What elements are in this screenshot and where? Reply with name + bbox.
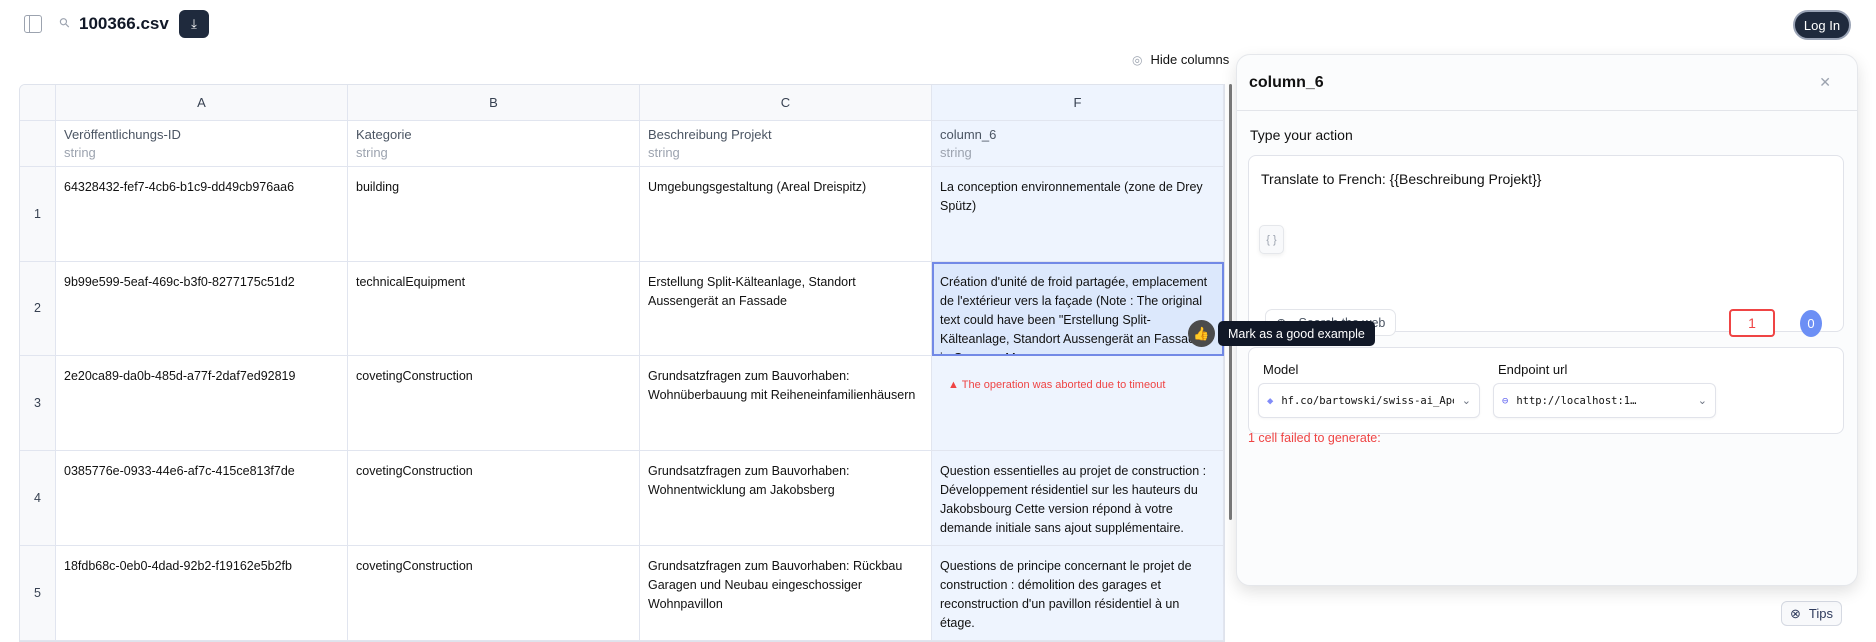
- table-cell[interactable]: covetingConstruction: [348, 451, 640, 546]
- column-header[interactable]: Veröffentlichungs-ID string: [56, 121, 348, 167]
- error-cell[interactable]: ▲ The operation was aborted due to timeo…: [932, 356, 1224, 451]
- action-label: Type your action: [1250, 127, 1353, 143]
- corner-cell: [20, 121, 56, 167]
- hide-columns-label: Hide columns: [1150, 52, 1230, 67]
- hide-columns-button[interactable]: ◎ Hide columns: [1132, 52, 1229, 67]
- column-header[interactable]: Beschreibung Projekt string: [640, 121, 932, 167]
- tooltip: Mark as a good example: [1218, 321, 1375, 346]
- panel-title: column_6: [1249, 73, 1324, 91]
- row-number: 3: [20, 356, 56, 451]
- error-message: The operation was aborted due to timeout: [961, 379, 1166, 391]
- endpoint-select[interactable]: ⊖ http://localhost:1… ⌄: [1493, 383, 1716, 418]
- data-table: A B C F Veröffentlichungs-ID string Kateg…: [19, 84, 1225, 642]
- table-cell[interactable]: Questions de principe concernant le proj…: [932, 546, 1224, 641]
- column-type: string: [940, 145, 972, 160]
- column-letter[interactable]: F: [932, 85, 1224, 121]
- insert-variable-button[interactable]: { }: [1259, 225, 1284, 254]
- endpoint-label: Endpoint url: [1498, 362, 1568, 377]
- model-value: hf.co/bartowski/swiss-ai_Apertus-8B: [1281, 394, 1453, 407]
- column-type: string: [356, 145, 388, 160]
- rows-count-input[interactable]: 1: [1729, 309, 1775, 337]
- column-letter[interactable]: B: [348, 85, 640, 121]
- download-icon: ⤓: [191, 16, 197, 31]
- lifebuoy-icon: ⊗: [1790, 605, 1801, 621]
- eye-off-icon: ◎: [1132, 52, 1143, 67]
- table-scrollbar[interactable]: [1229, 84, 1232, 520]
- link-icon: ⚲: [55, 13, 74, 32]
- thumbs-up-icon: 👍: [1193, 325, 1210, 341]
- warning-icon: ▲: [948, 379, 962, 391]
- braces-icon: { }: [1266, 233, 1277, 246]
- model-select[interactable]: ◆ hf.co/bartowski/swiss-ai_Apertus-8B ⌄: [1258, 383, 1480, 418]
- table-cell[interactable]: 2e20ca89-da0b-485d-a77f-2daf7ed92819: [56, 356, 348, 451]
- chevron-down-icon: ⌄: [1697, 395, 1707, 407]
- tips-label: Tips: [1808, 606, 1833, 621]
- column-config-panel: column_6 ✕ Type your action Translate to…: [1236, 54, 1858, 586]
- table-cell[interactable]: building: [348, 167, 640, 262]
- model-config: Model Endpoint url ◆ hf.co/bartowski/swis…: [1248, 347, 1844, 434]
- column-name: column_6: [940, 127, 997, 142]
- table-cell[interactable]: Question essentielles au projet de const…: [932, 451, 1224, 546]
- selected-cell[interactable]: Création d'unité de froid partagée, empl…: [932, 262, 1224, 356]
- run-button[interactable]: 0: [1800, 310, 1822, 337]
- row-number: 2: [20, 262, 56, 356]
- prompt-text[interactable]: Translate to French: {{Beschreibung Proj…: [1261, 171, 1541, 187]
- table-cell[interactable]: covetingConstruction: [348, 356, 640, 451]
- corner-cell: [20, 85, 56, 121]
- table-cell[interactable]: covetingConstruction: [348, 546, 640, 641]
- link-icon: ⊖: [1502, 394, 1509, 407]
- table-cell[interactable]: 64328432-fef7-4cb6-b1c9-dd49cb976aa6: [56, 167, 348, 262]
- fail-message: 1 cell failed to generate:: [1248, 431, 1381, 445]
- table-cell[interactable]: Umgebungsgestaltung (Areal Dreispitz): [640, 167, 932, 262]
- table-cell[interactable]: technicalEquipment: [348, 262, 640, 356]
- file-title: 100366.csv: [79, 14, 169, 33]
- table-cell[interactable]: Grundsatzfragen zum Bauvorhaben: Wohnent…: [640, 451, 932, 546]
- cube-icon: ◆: [1267, 394, 1274, 407]
- column-type: string: [64, 145, 96, 160]
- table-cell[interactable]: La conception environnementale (zone de …: [932, 167, 1224, 262]
- table-cell[interactable]: 9b99e599-5eaf-469c-b3f0-8277175c51d2: [56, 262, 348, 356]
- column-name: Kategorie: [356, 127, 412, 142]
- model-label: Model: [1263, 362, 1299, 377]
- column-type: string: [648, 145, 680, 160]
- table-cell[interactable]: Erstellung Split-Kälteanlage, Standort A…: [640, 262, 932, 356]
- row-number: 5: [20, 546, 56, 641]
- column-name: Veröffentlichungs-ID: [64, 127, 181, 142]
- column-header[interactable]: column_6string: [932, 121, 1224, 167]
- column-name: Beschreibung Projekt: [648, 127, 772, 142]
- row-number: 4: [20, 451, 56, 546]
- column-header[interactable]: Kategorie string: [348, 121, 640, 167]
- panel-header: column_6 ✕: [1237, 55, 1857, 111]
- column-letter[interactable]: C: [640, 85, 932, 121]
- row-number: 1: [20, 167, 56, 262]
- chevron-down-icon: ⌄: [1461, 395, 1471, 407]
- table-cell[interactable]: 0385776e-0933-44e6-af7c-415ce813f7de: [56, 451, 348, 546]
- close-icon[interactable]: ✕: [1819, 74, 1831, 91]
- thumbs-up-button[interactable]: 👍: [1188, 320, 1215, 347]
- download-button[interactable]: ⤓: [179, 10, 209, 38]
- table-cell[interactable]: Grundsatzfragen zum Bauvorhaben: Rückbau…: [640, 546, 932, 641]
- tips-button[interactable]: ⊗ Tips: [1781, 601, 1842, 626]
- endpoint-value: http://localhost:1…: [1516, 394, 1637, 407]
- column-letter[interactable]: A: [56, 85, 348, 121]
- login-button[interactable]: Log In: [1793, 10, 1851, 40]
- table-cell[interactable]: 18fdb68c-0eb0-4dad-92b2-f19162e5b2fb: [56, 546, 348, 641]
- table-cell[interactable]: Grundsatzfragen zum Bauvorhaben: Wohnübe…: [640, 356, 932, 451]
- sidebar-toggle-icon[interactable]: [24, 15, 42, 33]
